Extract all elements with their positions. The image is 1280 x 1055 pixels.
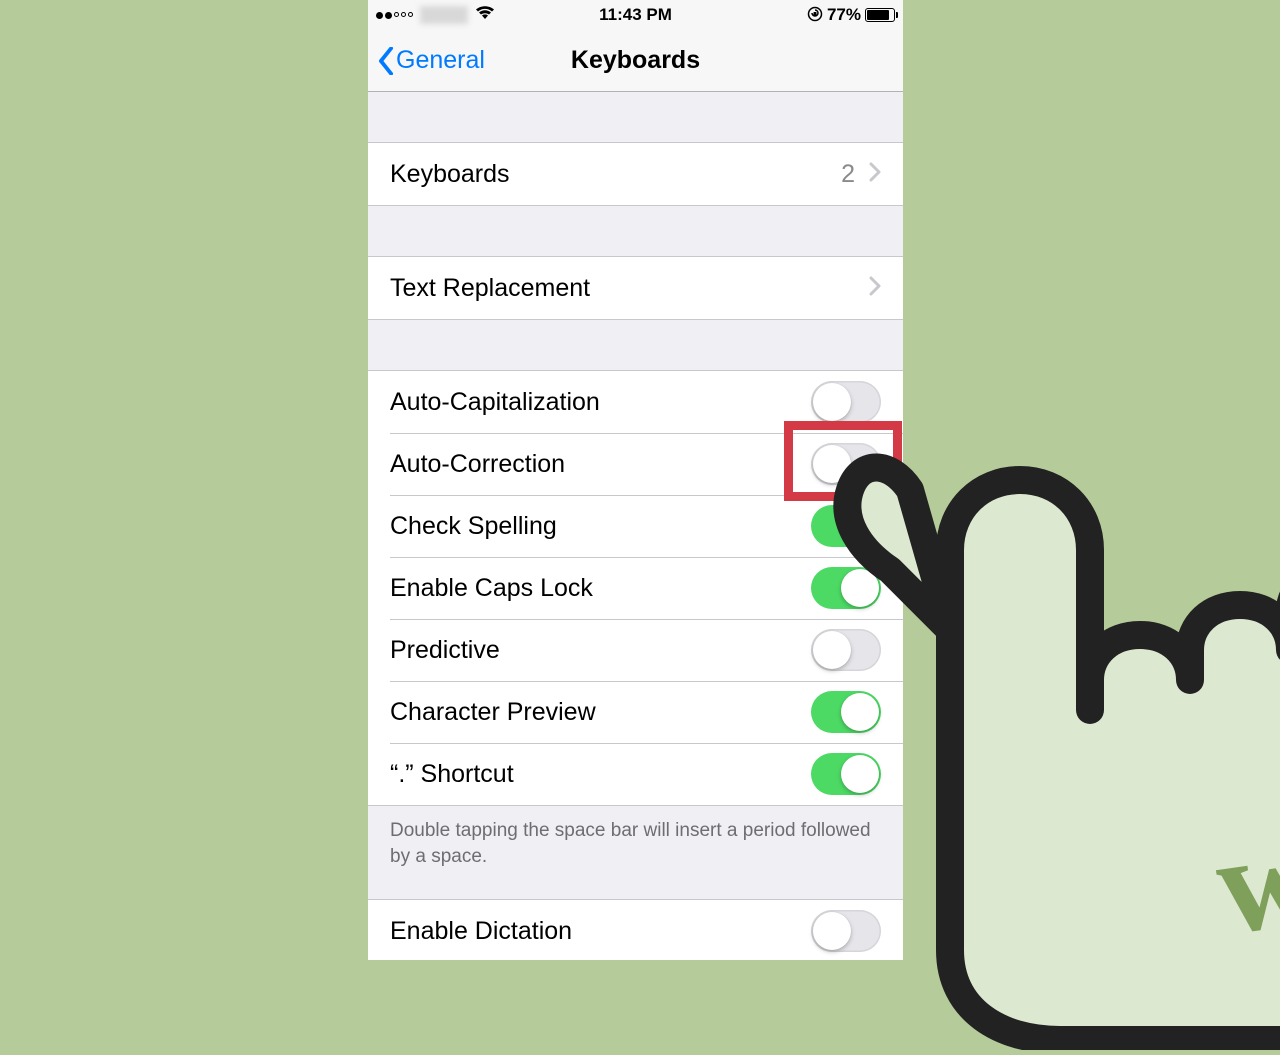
row-label: Auto-Correction <box>390 450 811 479</box>
chevron-right-icon <box>869 274 881 303</box>
row-enable-dictation[interactable]: Enable Dictation <box>368 900 903 960</box>
row-check-spelling[interactable]: Check Spelling <box>368 495 903 557</box>
row-label: Check Spelling <box>390 512 811 541</box>
wifi-icon <box>475 5 495 25</box>
page-title: Keyboards <box>571 46 700 75</box>
phone-screen: 11:43 PM 77% General Keyboards Keyboards… <box>368 0 903 960</box>
group-keyboards: Keyboards 2 <box>368 142 903 206</box>
row-label: Auto-Capitalization <box>390 388 811 417</box>
battery-icon <box>865 8 895 22</box>
footer-text: Double tapping the space bar will insert… <box>368 806 903 899</box>
toggle-enable-dictation[interactable] <box>811 910 881 952</box>
row-text-replacement[interactable]: Text Replacement <box>368 257 903 319</box>
row-label: Keyboards <box>390 160 841 189</box>
row-label: Text Replacement <box>390 274 869 303</box>
row-keyboards[interactable]: Keyboards 2 <box>368 143 903 205</box>
toggle-character-preview[interactable] <box>811 691 881 733</box>
rotation-lock-icon <box>807 6 823 25</box>
status-right: 77% <box>807 5 895 25</box>
toggle-predictive[interactable] <box>811 629 881 671</box>
row-value: 2 <box>841 160 855 189</box>
carrier-blur <box>420 6 468 24</box>
row-character-preview[interactable]: Character Preview <box>368 681 903 743</box>
toggle-check-spelling[interactable] <box>811 505 881 547</box>
toggle-period-shortcut[interactable] <box>811 753 881 795</box>
status-time: 11:43 PM <box>599 5 672 25</box>
group-text-replacement: Text Replacement <box>368 256 903 320</box>
highlight-box <box>784 421 902 501</box>
spacer <box>368 206 903 256</box>
row-label: Enable Dictation <box>390 917 811 946</box>
status-left <box>376 5 495 25</box>
row-predictive[interactable]: Predictive <box>368 619 903 681</box>
row-label: Predictive <box>390 636 811 665</box>
row-label: “.” Shortcut <box>390 760 811 789</box>
back-label: General <box>396 46 485 75</box>
chevron-right-icon <box>869 160 881 189</box>
row-label: Enable Caps Lock <box>390 574 811 603</box>
spacer <box>368 320 903 370</box>
row-enable-caps-lock[interactable]: Enable Caps Lock <box>368 557 903 619</box>
toggle-auto-capitalization[interactable] <box>811 381 881 423</box>
signal-dots-icon <box>376 12 413 19</box>
toggle-enable-caps-lock[interactable] <box>811 567 881 609</box>
back-button[interactable]: General <box>378 46 485 75</box>
row-period-shortcut[interactable]: “.” Shortcut <box>368 743 903 805</box>
spacer <box>368 92 903 142</box>
row-label: Character Preview <box>390 698 811 727</box>
battery-percent: 77% <box>827 5 861 25</box>
navigation-bar: General Keyboards <box>368 30 903 92</box>
status-bar: 11:43 PM 77% <box>368 0 903 30</box>
chevron-left-icon <box>378 47 394 75</box>
group-dictation: Enable Dictation <box>368 899 903 960</box>
watermark-text: wH <box>1207 782 1280 965</box>
